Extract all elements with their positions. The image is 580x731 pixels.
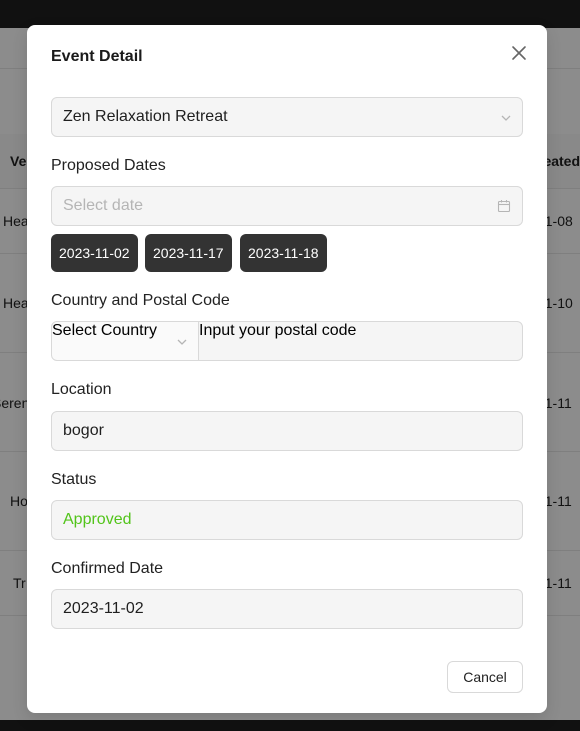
status-label: Status (51, 471, 97, 488)
calendar-icon (497, 200, 511, 213)
confirmed-date-field[interactable]: 2023-11-02 (51, 589, 523, 629)
country-select[interactable]: Select Country (51, 321, 199, 361)
modal-title: Event Detail (51, 48, 143, 65)
event-select-value: Zen Relaxation Retreat (63, 108, 228, 125)
location-input[interactable]: bogor (51, 411, 523, 451)
proposed-dates-placeholder: Select date (63, 197, 144, 214)
date-tag[interactable]: 2023-11-02 (51, 234, 138, 272)
proposed-dates-picker[interactable]: Select date (51, 186, 523, 226)
country-postal-label: Country and Postal Code (51, 292, 230, 309)
cancel-button[interactable]: Cancel (447, 661, 523, 693)
chevron-down-icon (177, 339, 187, 345)
country-placeholder: Select Country (52, 322, 157, 339)
location-label: Location (51, 381, 112, 398)
confirmed-date-label: Confirmed Date (51, 560, 164, 577)
status-field: Approved (51, 500, 523, 540)
date-tag[interactable]: 2023-11-18 (240, 234, 327, 272)
event-select[interactable]: Zen Relaxation Retreat (51, 97, 523, 137)
event-detail-modal: Event Detail Zen Relaxation Retreat Prop… (27, 25, 547, 713)
proposed-dates-label: Proposed Dates (51, 157, 166, 174)
postal-code-input[interactable]: Input your postal code (198, 321, 523, 361)
chevron-down-icon (501, 115, 511, 121)
location-value: bogor (63, 422, 104, 439)
close-icon[interactable] (509, 43, 529, 63)
date-tag[interactable]: 2023-11-17 (145, 234, 232, 272)
postal-code-placeholder: Input your postal code (199, 322, 357, 339)
status-value: Approved (63, 511, 132, 528)
confirmed-date-value: 2023-11-02 (63, 600, 144, 617)
